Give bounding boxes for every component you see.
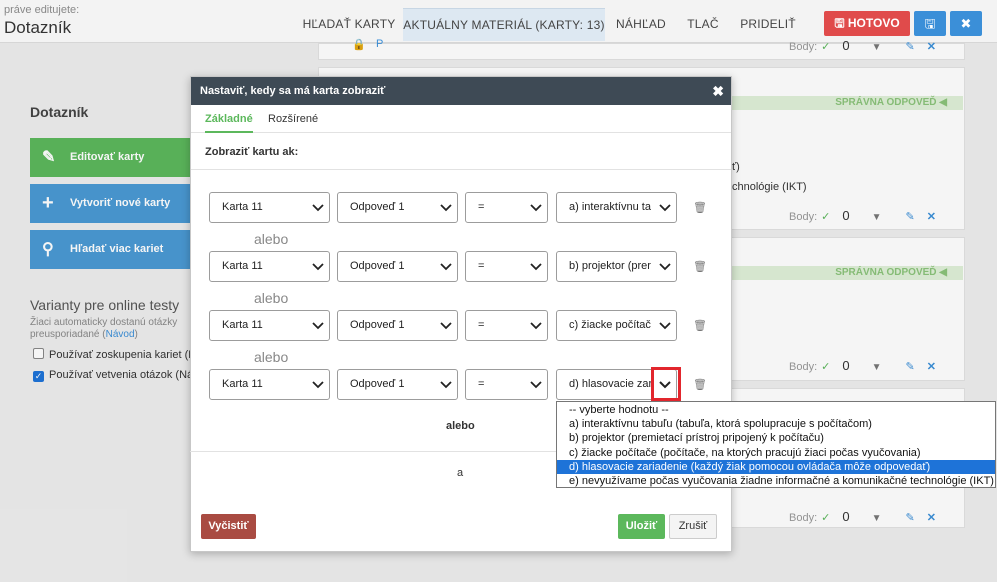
chevron-down-icon <box>528 311 542 340</box>
dropdown-option-selected[interactable]: d) hlasovacie zariadenie (každý žiak pom… <box>557 459 995 474</box>
card-select[interactable]: Karta 11 <box>209 251 330 282</box>
dropdown-option[interactable]: b) projektor (premietací prístroj pripoj… <box>557 431 995 445</box>
chevron-down-icon <box>310 193 324 222</box>
dropdown-option[interactable]: c) žiacke počítače (počítače, na ktorých… <box>557 446 995 460</box>
operator-select[interactable]: = <box>465 192 548 223</box>
operator-select-value: = <box>478 201 485 213</box>
dialog-header: Nastaviť, kedy sa má karta zobraziť ✖ <box>191 77 731 105</box>
operator-select-value: = <box>478 319 485 331</box>
value-select-value: b) projektor (prer <box>569 260 651 272</box>
chevron-down-icon <box>438 252 452 281</box>
answer-select[interactable]: Odpoveď 1 <box>337 251 458 282</box>
answer-select[interactable]: Odpoveď 1 <box>337 310 458 341</box>
operator-select[interactable]: = <box>465 310 548 341</box>
condition-heading: Zobraziť kartu ak: <box>191 134 731 170</box>
value-select[interactable]: a) interaktívnu ta <box>556 192 677 223</box>
answer-select-value: Odpoveď 1 <box>350 260 405 272</box>
tab-assign[interactable]: PRIDELIŤ <box>731 8 805 41</box>
done-button[interactable]: 🖫 HOTOVO <box>824 11 910 36</box>
chevron-down-icon <box>438 311 452 340</box>
close-icon: ✖ <box>960 16 972 31</box>
chevron-down-icon <box>310 311 324 340</box>
floppy-icon: 🖫 <box>924 16 936 31</box>
close-icon[interactable]: ✖ <box>712 77 724 105</box>
operator-select-value: = <box>478 378 485 390</box>
tab-advanced[interactable]: Rozšírené <box>268 105 318 133</box>
chevron-down-icon <box>657 193 671 222</box>
chevron-down-icon <box>528 370 542 399</box>
value-select-value: a) interaktívnu ta <box>569 201 651 213</box>
dropdown-option[interactable]: a) interaktívnu tabuľu (tabuľa, ktorá sp… <box>557 417 995 431</box>
card-select-value: Karta 11 <box>222 260 263 272</box>
dropdown-option[interactable]: e) nevyužívame počas vyučovania žiadne i… <box>557 474 995 488</box>
value-dropdown-list: -- vyberte hodnotu -- a) interaktívnu ta… <box>556 401 996 488</box>
editing-label: práve editujete: <box>4 4 80 16</box>
answer-select[interactable]: Odpoveď 1 <box>337 369 458 400</box>
operator-select[interactable]: = <box>465 369 548 400</box>
tab-print[interactable]: TLAČ <box>677 8 729 41</box>
tab-basic[interactable]: Základné <box>205 105 253 133</box>
trash-icon[interactable]: 🗑 <box>693 319 707 332</box>
dropdown-option[interactable]: -- vyberte hodnotu -- <box>557 403 995 417</box>
trash-icon[interactable]: 🗑 <box>693 260 707 273</box>
operator-select-value: = <box>478 260 485 272</box>
card-select[interactable]: Karta 11 <box>209 310 330 341</box>
document-title: Dotazník <box>4 18 72 37</box>
answer-select-value: Odpoveď 1 <box>350 201 405 213</box>
trash-icon[interactable]: 🗑 <box>693 378 707 391</box>
answer-select[interactable]: Odpoveď 1 <box>337 192 458 223</box>
card-select-value: Karta 11 <box>222 378 263 390</box>
value-select[interactable]: b) projektor (prer <box>556 251 677 282</box>
trash-icon[interactable]: 🗑 <box>693 201 707 214</box>
value-select[interactable]: c) žiacke počítač <box>556 310 677 341</box>
card-select-value: Karta 11 <box>222 319 263 331</box>
or-label: alebo <box>254 349 289 365</box>
close-button[interactable]: ✖ <box>950 11 982 36</box>
chevron-down-icon <box>438 193 452 222</box>
answer-select-value: Odpoveď 1 <box>350 378 405 390</box>
chevron-down-icon <box>310 252 324 281</box>
dialog-title: Nastaviť, kedy sa má karta zobraziť <box>200 85 386 97</box>
save-icon: 🖫 <box>834 16 845 30</box>
operator-select[interactable]: = <box>465 251 548 282</box>
chevron-down-icon <box>528 193 542 222</box>
done-label: HOTOVO <box>847 16 900 30</box>
dialog-tabs: Základné Rozšírené <box>191 105 731 133</box>
card-select-value: Karta 11 <box>222 201 263 213</box>
or-label: alebo <box>254 231 289 247</box>
highlight-box <box>651 367 681 401</box>
top-bar: práve editujete: Dotazník HĽADAŤ KARTY A… <box>0 0 997 43</box>
or-label: alebo <box>254 290 289 306</box>
value-select-value: d) hlasovacie zar <box>569 378 653 390</box>
save-button[interactable]: 🖫 <box>914 11 946 36</box>
chevron-down-icon <box>310 370 324 399</box>
chevron-down-icon <box>657 311 671 340</box>
card-select[interactable]: Karta 11 <box>209 369 330 400</box>
chevron-down-icon <box>657 252 671 281</box>
tab-current-material[interactable]: AKTUÁLNY MATERIÁL (KARTY: 13) <box>403 8 605 41</box>
card-select[interactable]: Karta 11 <box>209 192 330 223</box>
chevron-down-icon <box>438 370 452 399</box>
tab-search-cards[interactable]: HĽADAŤ KARTY <box>295 8 403 41</box>
chevron-down-icon <box>528 252 542 281</box>
answer-select-value: Odpoveď 1 <box>350 319 405 331</box>
value-select-value: c) žiacke počítač <box>569 319 651 331</box>
tab-preview[interactable]: NÁHĽAD <box>607 8 675 41</box>
